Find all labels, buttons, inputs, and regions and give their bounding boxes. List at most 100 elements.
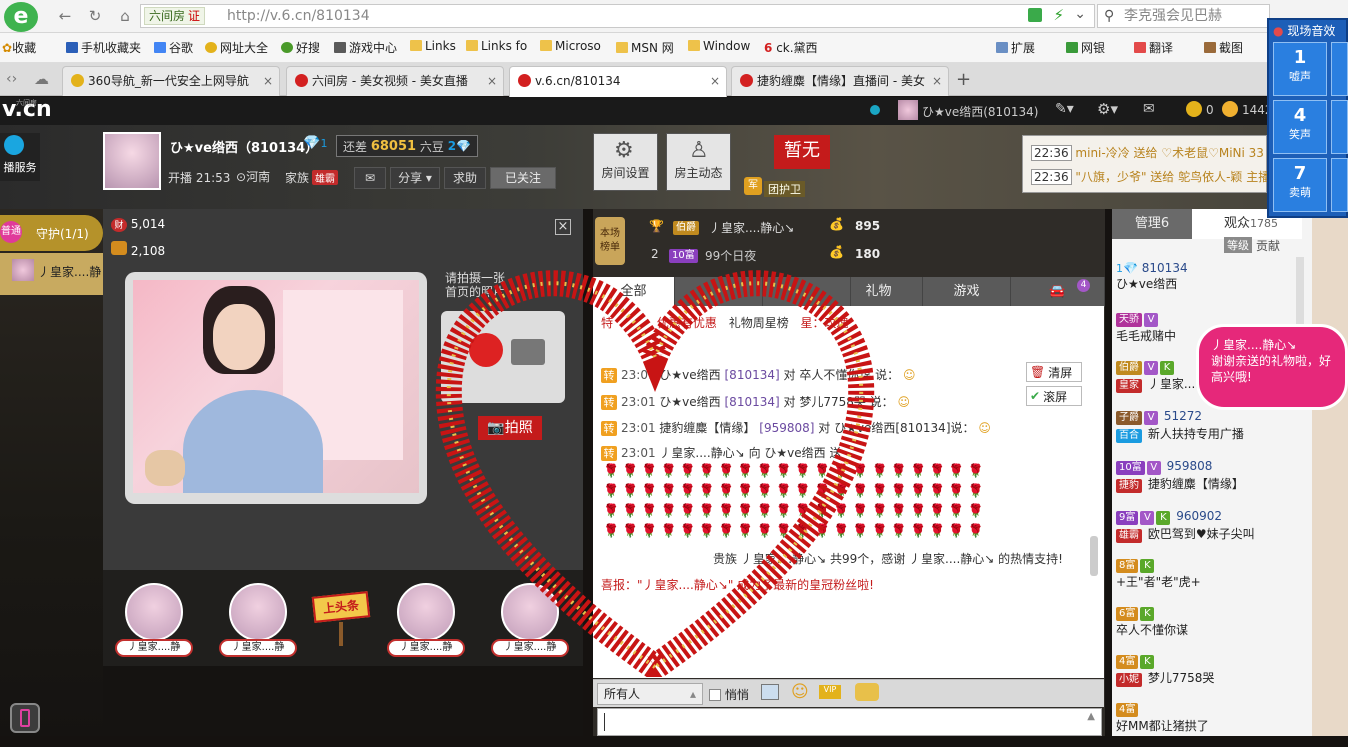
- fav-item[interactable]: 游戏中心: [334, 39, 397, 56]
- message-button[interactable]: ✉: [354, 167, 386, 189]
- rank-name: 丿皇家....静心↘: [709, 221, 795, 235]
- fav-item[interactable]: 6 ck.黛西: [764, 39, 818, 56]
- audience-item[interactable]: 10富 V 959808 捷豹 捷豹缠麋【情缘】: [1116, 459, 1301, 505]
- browser-tab[interactable]: 捷豹缠麋【情缘】直播间 - 美女 ×: [731, 66, 949, 96]
- audience-item[interactable]: 4富 好MM都让猪拱了: [1116, 701, 1301, 747]
- service-tab[interactable]: 播服务: [0, 133, 40, 181]
- fav-item[interactable]: 网址大全: [205, 39, 268, 56]
- back-button[interactable]: ←: [54, 5, 76, 27]
- tab-admin[interactable]: 管理6: [1112, 209, 1192, 239]
- fav-item[interactable]: 谷歌: [154, 39, 193, 56]
- mobile-icon[interactable]: [10, 703, 40, 733]
- gear-icon[interactable]: ⚙▾: [1097, 100, 1118, 118]
- fav-item[interactable]: 好搜: [281, 39, 320, 56]
- room-settings-button[interactable]: ⚙ 房间设置: [593, 133, 658, 191]
- audience-item[interactable]: 4富 K 小妮 梦儿7758哭: [1116, 653, 1301, 699]
- search-input[interactable]: ⚲ 李克强会见巴赫: [1097, 4, 1270, 28]
- guard-label: 团护卫: [764, 181, 805, 197]
- fav-item[interactable]: ✿收藏: [2, 39, 36, 56]
- vip-name: 丿皇家....静: [219, 639, 297, 657]
- mail-icon[interactable]: ✉: [1143, 101, 1155, 117]
- sound-button[interactable]: 1 嘘声: [1273, 42, 1327, 96]
- sound-button-partial[interactable]: [1331, 158, 1348, 212]
- browser-tab[interactable]: 六间房 - 美女视频 - 美女直播 ×: [286, 66, 504, 96]
- fav-item[interactable]: Links fo: [466, 39, 527, 53]
- qr-icon[interactable]: [1028, 8, 1042, 22]
- recipient-select[interactable]: 所有人 ▴: [597, 683, 703, 705]
- edit-icon[interactable]: ✎▾: [1055, 101, 1074, 117]
- user-avatar[interactable]: [898, 100, 918, 120]
- guard-member[interactable]: 丿皇家....静: [0, 253, 103, 295]
- gift-icon[interactable]: [855, 683, 879, 701]
- url-input[interactable]: 六间房证 http://v.6.cn/810134 ⚡ ⌄: [140, 4, 1095, 28]
- notify-item: 22:36 "八旗，少爷" 送给 鸵鸟依人-颖 主播: [1031, 168, 1270, 185]
- browser-logo-icon[interactable]: e: [4, 2, 38, 32]
- headline-sign[interactable]: 上头条: [311, 591, 371, 623]
- fav-item[interactable]: Microso: [540, 39, 601, 53]
- speed-icon[interactable]: ⚡: [1053, 6, 1064, 24]
- sort-contrib[interactable]: 贡献: [1256, 237, 1280, 254]
- rank-row[interactable]: 🏆 伯爵 丿皇家....静心↘ 💰 895: [633, 215, 1073, 241]
- close-tab-icon[interactable]: ×: [487, 67, 497, 95]
- rank-badge[interactable]: 本场 榜单: [595, 217, 625, 265]
- clear-screen-button[interactable]: 🗑 清屏: [1026, 362, 1082, 382]
- live-start: 开播 21:53: [168, 171, 231, 185]
- host-avatar[interactable]: [103, 132, 161, 190]
- tab-games[interactable]: 游戏: [923, 277, 1011, 307]
- audience-item[interactable]: 1💎 810134 ひ★ve绺西: [1116, 261, 1301, 307]
- fav-item[interactable]: Window: [688, 39, 750, 53]
- fav-item[interactable]: MSN 网: [616, 39, 674, 56]
- sound-button-partial[interactable]: [1331, 100, 1348, 154]
- close-video-button[interactable]: ×: [555, 219, 571, 235]
- fav-item[interactable]: Links: [410, 39, 456, 53]
- close-tab-icon[interactable]: ×: [932, 67, 942, 95]
- guard-rank-icon: 军: [744, 177, 762, 195]
- guard-badge-empty: 暂无: [774, 135, 830, 169]
- cloud-icon[interactable]: ☁: [34, 70, 49, 88]
- chat-scrollbar[interactable]: [1090, 536, 1098, 576]
- tab-car[interactable]: 🚘 4: [1011, 277, 1105, 307]
- new-tab-button[interactable]: +: [956, 69, 971, 90]
- family-badge[interactable]: 雄霸: [312, 170, 338, 185]
- share-button[interactable]: 分享 ▾: [390, 167, 440, 189]
- fav-right-item[interactable]: 网银: [1066, 39, 1105, 56]
- vip-seat[interactable]: 丿皇家....静: [213, 581, 303, 663]
- close-tab-icon[interactable]: ×: [710, 67, 720, 95]
- sound-button[interactable]: 4 笑声: [1273, 100, 1327, 154]
- whisper-checkbox[interactable]: 悄悄: [709, 686, 749, 703]
- browser-tab-active[interactable]: v.6.cn/810134 ×: [509, 66, 727, 97]
- scroll-screen-button[interactable]: ✔ 滚屏: [1026, 386, 1082, 406]
- emoji-button-icon[interactable]: ☺: [791, 682, 809, 702]
- fav-right-item[interactable]: 扩展: [996, 39, 1035, 56]
- sound-button[interactable]: 7 卖萌: [1273, 158, 1327, 212]
- home-button[interactable]: ⌂: [114, 5, 136, 27]
- host-dynamics-button[interactable]: ♙ 房主动态: [666, 133, 731, 191]
- close-tab-icon[interactable]: ×: [263, 67, 273, 95]
- site-chip[interactable]: 六间房证: [144, 7, 206, 25]
- scroll-up-icon[interactable]: ▲: [1087, 711, 1095, 722]
- image-icon[interactable]: [761, 684, 779, 700]
- dropdown-icon[interactable]: ⌄: [1074, 6, 1086, 22]
- audience-item[interactable]: 6富 K 卒人不懂你谋: [1116, 605, 1301, 651]
- fav-right-item[interactable]: 翻译: [1134, 39, 1173, 56]
- fav-right-item[interactable]: 截图: [1204, 39, 1243, 56]
- fav-item[interactable]: 手机收藏夹: [66, 39, 141, 56]
- tab-scroll-icon[interactable]: ‹›: [6, 71, 17, 87]
- chat-input[interactable]: ▲: [597, 708, 1102, 736]
- camera-preview[interactable]: [133, 280, 419, 493]
- coin-icon: [1186, 101, 1202, 117]
- vip-icon[interactable]: VIP: [819, 685, 841, 699]
- top-user-name[interactable]: ひ★ve绺西(810134): [922, 103, 1038, 120]
- guard-header[interactable]: 普通 守护(1/1): [0, 215, 103, 251]
- sort-level[interactable]: 等级: [1224, 237, 1252, 253]
- audience-item[interactable]: 8富 K +王"者"老"虎+: [1116, 557, 1301, 603]
- browser-tab[interactable]: 360导航_新一代安全上网导航 ×: [62, 66, 280, 96]
- sound-button-partial[interactable]: [1331, 42, 1348, 96]
- help-button[interactable]: 求助: [444, 167, 486, 189]
- vip-seat[interactable]: 丿皇家....静: [109, 581, 199, 663]
- refresh-button[interactable]: ↻: [84, 5, 106, 27]
- audience-item[interactable]: 9富 V K 960902 雄霸 欧巴驾到♥妹子尖叫: [1116, 509, 1301, 555]
- follow-button[interactable]: 已关注: [490, 167, 556, 189]
- sound-panel-title[interactable]: ● 现场音效: [1273, 22, 1335, 39]
- audience-item[interactable]: 子爵 V 51272 百合 新人扶持专用广播: [1116, 409, 1301, 455]
